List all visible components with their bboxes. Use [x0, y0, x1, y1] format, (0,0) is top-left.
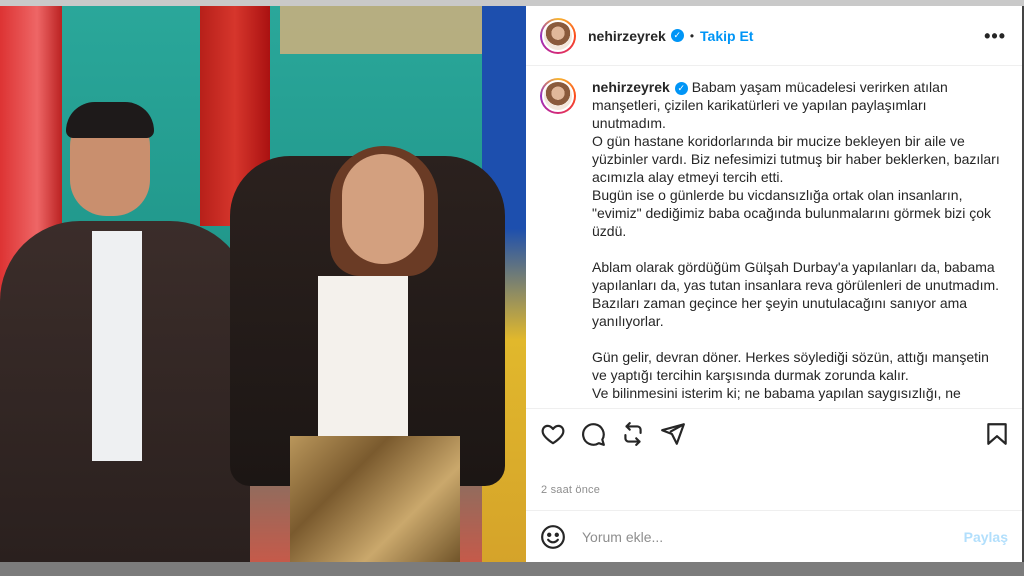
follow-button[interactable]: Takip Et — [700, 28, 753, 44]
caption-username-link[interactable]: nehirzeyrek — [592, 79, 670, 95]
caption-line: yapılanları da, yas tutan insanlara reva… — [592, 277, 1000, 293]
send-icon[interactable] — [660, 421, 686, 447]
bookmark-icon[interactable] — [984, 421, 1010, 447]
caption-line-0: nehirzeyrek ✓ Babam yaşam mücadelesi veri… — [592, 79, 948, 95]
caption-line: unutmadım. — [592, 115, 666, 131]
caption-line: Bugün ise o günlerde bu vicdansızlığa or… — [592, 187, 963, 203]
comment-input[interactable] — [582, 528, 942, 545]
post-actions — [526, 408, 1022, 462]
caption-avatar[interactable] — [540, 78, 576, 114]
username-link[interactable]: nehirzeyrek — [588, 28, 666, 44]
more-options-icon[interactable]: ••• — [984, 26, 1006, 47]
comment-bar: Paylaş — [526, 510, 1022, 562]
caption-verified-badge-icon: ✓ — [674, 81, 688, 95]
caption-line: O gün hastane koridorlarında bir mucize … — [592, 133, 965, 149]
caption-line: Gün gelir, devran döner. Herkes söylediğ… — [592, 349, 989, 365]
caption-paragraph-gap — [592, 240, 1010, 258]
caption-line: acımızla alay etmeyi tercih etti. — [592, 169, 784, 185]
caption-line: üzdü. — [592, 223, 627, 239]
photo-woman-top — [318, 276, 408, 446]
post-caption: nehirzeyrek ✓ Babam yaşam mücadelesi veri… — [540, 78, 1010, 404]
background-page-strip-bottom — [0, 562, 1024, 576]
post-photo[interactable] — [0, 6, 526, 562]
verified-badge-icon: ✓ — [670, 29, 684, 42]
caption-line: manşetleri, çizilen karikatürleri ve yap… — [592, 97, 927, 113]
post-comment-button[interactable]: Paylaş — [964, 529, 1008, 545]
caption-line: "evimiz" dediğimiz baba ocağında bulunma… — [592, 205, 992, 221]
photo-man-shirt — [92, 231, 142, 461]
caption-line: Ve bilinmesini isterim ki; ne babama yap… — [592, 385, 961, 401]
heart-icon[interactable] — [540, 421, 566, 447]
photo-banner — [280, 6, 500, 54]
caption-line: yanılıyorlar. — [592, 313, 664, 329]
caption-text: nehirzeyrek ✓ Babam yaşam mücadelesi veri… — [592, 78, 1010, 404]
post-panel: nehirzeyrek ✓ • Takip Et ••• nehirzeyrek… — [526, 6, 1022, 562]
photo-man-hair — [66, 102, 154, 138]
photo-woman-face — [342, 154, 424, 264]
emoji-icon[interactable] — [540, 524, 566, 550]
caption-line: ve yaptığı tercihin karşısında durmak zo… — [592, 367, 909, 383]
caption-line: Ablam olarak gördüğüm Gülşah Durbay'a ya… — [592, 259, 995, 275]
caption-line: Bazıları zaman geçince her şeyin unutula… — [592, 295, 968, 311]
post-timestamp[interactable]: 2 saat önce — [541, 484, 600, 496]
caption-line: yüzbinler vardı. Biz nefesimizi tutmuş b… — [592, 151, 1000, 167]
separator-dot: • — [689, 28, 695, 43]
post-header: nehirzeyrek ✓ • Takip Et ••• — [526, 6, 1022, 66]
avatar[interactable] — [540, 17, 576, 54]
caption-paragraph-gap — [592, 330, 1010, 348]
repost-icon[interactable] — [620, 421, 646, 447]
photo-woman-skirt — [290, 436, 460, 562]
comment-icon[interactable] — [580, 421, 606, 447]
